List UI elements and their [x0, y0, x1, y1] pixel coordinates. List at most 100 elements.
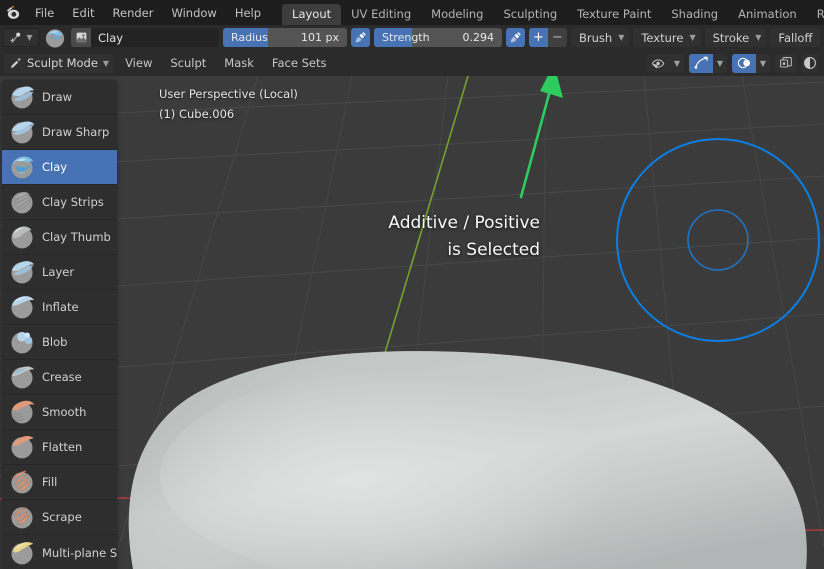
brush-datablock[interactable]: Clay: [71, 28, 219, 47]
chevron-down-icon[interactable]: ▼: [756, 53, 770, 73]
pressure-radius-icon[interactable]: [351, 28, 370, 47]
brush-clay-icon: [11, 156, 34, 179]
brush-fill-icon: [11, 470, 33, 494]
annotation-line-1: Additive / Positive: [388, 213, 540, 233]
viewport-menu-sculpt[interactable]: Sculpt: [163, 54, 213, 73]
brush-clay-thumb-icon: [11, 226, 33, 249]
annotation-line-2: is Selected: [447, 240, 540, 260]
sidebar-item-draw-sharp[interactable]: Draw Sharp: [2, 115, 117, 150]
pressure-strength-icon[interactable]: [506, 28, 525, 47]
viewport-perspective-label: User Perspective (Local): [159, 87, 298, 101]
sidebar-item-multiplane-scrape[interactable]: Multi-plane S...: [2, 535, 117, 569]
chevron-down-icon: ▼: [689, 33, 696, 42]
menu-window[interactable]: Window: [162, 4, 225, 22]
sidebar-item-layer[interactable]: Layer: [2, 255, 117, 290]
texture-popover-label: Texture: [641, 30, 684, 45]
overlays-control-group: ▼: [732, 53, 770, 73]
menu-help[interactable]: Help: [226, 4, 270, 22]
active-tool-icon: [10, 32, 21, 43]
direction-toggle: + −: [529, 28, 567, 47]
sidebar-item-clay-strips[interactable]: Clay Strips: [2, 185, 117, 220]
radius-slider[interactable]: Radius 101 px: [223, 28, 347, 47]
brush-smooth-icon: [11, 400, 35, 424]
workspace-tab-shading[interactable]: Shading: [661, 4, 728, 25]
sidebar-item-flatten[interactable]: Flatten: [2, 430, 117, 465]
brush-clay-strips-icon: [11, 191, 33, 214]
chevron-down-icon: ▼: [755, 33, 762, 42]
workspace-tab-layout[interactable]: Layout: [282, 4, 342, 25]
xray-toggle-icon[interactable]: [775, 53, 797, 73]
tool-settings-bar: ▼ Clay Radius 101 px Strength 0.294 + − …: [0, 25, 824, 50]
workspace-tab-modeling[interactable]: Modeling: [421, 4, 493, 25]
annotation-text: Additive / Positive is Selected: [300, 210, 540, 264]
sidebar-item-label: Crease: [42, 370, 82, 384]
brush-multiplane-scrape-icon: [11, 541, 34, 564]
clay-brush-preview-icon[interactable]: [43, 26, 67, 49]
viewport-info-text: User Perspective (Local) (1) Cube.006: [159, 84, 298, 124]
sidebar-item-label: Multi-plane S...: [42, 545, 117, 560]
strength-value: 0.294: [462, 31, 495, 44]
chevron-down-icon: ▼: [26, 33, 33, 42]
brush-scrape-icon: [11, 506, 33, 529]
3d-viewport[interactable]: User Perspective (Local) (1) Cube.006 Ad…: [0, 76, 824, 569]
sidebar-item-label: Flatten: [42, 440, 83, 454]
chevron-down-icon[interactable]: ▼: [670, 53, 684, 73]
stroke-popover-label: Stroke: [712, 30, 750, 45]
blender-logo-icon[interactable]: [0, 0, 26, 25]
brush-datablock-icon: [71, 28, 91, 47]
sculpt-mode-icon: [10, 57, 21, 68]
brush-popover-label: Brush: [579, 30, 613, 45]
workspace-tab-uv-editing[interactable]: UV Editing: [341, 4, 421, 25]
overlays-icon[interactable]: [732, 53, 756, 73]
sidebar-item-clay[interactable]: Clay: [2, 150, 117, 185]
falloff-popover[interactable]: Falloff: [770, 28, 821, 47]
strength-label: Strength: [382, 31, 430, 44]
radius-label: Radius: [231, 31, 268, 44]
visibility-selectability-icon[interactable]: [646, 53, 670, 73]
stroke-popover[interactable]: Stroke ▼: [704, 28, 767, 47]
brush-blob-icon: [11, 331, 33, 354]
viewport-menu-face-sets[interactable]: Face Sets: [265, 54, 334, 73]
sidebar-item-clay-thumb[interactable]: Clay Thumb: [2, 220, 117, 255]
active-tool-selector[interactable]: ▼: [3, 28, 39, 47]
workspace-tab-sculpting[interactable]: Sculpting: [493, 4, 567, 25]
workspace-tab-texture-paint[interactable]: Texture Paint: [567, 4, 661, 25]
sidebar-item-blob[interactable]: Blob: [2, 325, 117, 360]
sidebar-item-label: Inflate: [42, 300, 79, 314]
gizmo-control-group: ▼: [689, 53, 727, 73]
top-menu-bar: File Edit Render Window Help Layout UV E…: [0, 0, 824, 25]
menu-file[interactable]: File: [26, 4, 63, 22]
sidebar-item-label: Clay Strips: [42, 195, 104, 209]
chevron-down-icon[interactable]: ▼: [713, 53, 727, 73]
sculpt-toolbar: Draw Draw Sharp Clay Clay Strips Clay Th…: [2, 80, 117, 569]
sidebar-item-scrape[interactable]: Scrape: [2, 500, 117, 535]
sidebar-item-smooth[interactable]: Smooth: [2, 395, 117, 430]
viewport-object-label: (1) Cube.006: [159, 107, 235, 121]
menu-edit[interactable]: Edit: [63, 4, 103, 22]
sidebar-item-draw[interactable]: Draw: [2, 80, 117, 115]
sidebar-item-crease[interactable]: Crease: [2, 360, 117, 395]
direction-subtract-button[interactable]: −: [548, 28, 567, 47]
mode-selector[interactable]: Sculpt Mode ▼: [4, 53, 115, 73]
brush-flatten-icon: [11, 435, 34, 459]
texture-popover[interactable]: Texture ▼: [633, 28, 701, 47]
shading-solid-icon[interactable]: [802, 53, 818, 73]
gizmo-icon[interactable]: [689, 53, 713, 73]
workspace-tab-rendering[interactable]: Rendering: [807, 4, 824, 25]
brush-popover[interactable]: Brush ▼: [571, 28, 630, 47]
strength-slider[interactable]: Strength 0.294: [374, 28, 502, 47]
brush-inflate-icon: [11, 296, 35, 319]
menu-render[interactable]: Render: [104, 4, 163, 22]
sidebar-item-inflate[interactable]: Inflate: [2, 290, 117, 325]
viewport-menu-view[interactable]: View: [118, 54, 159, 73]
workspace-tab-animation[interactable]: Animation: [728, 4, 807, 25]
viewport-menu-mask[interactable]: Mask: [217, 54, 261, 73]
sidebar-item-label: Draw Sharp: [42, 125, 110, 139]
sidebar-item-label: Draw: [42, 90, 73, 104]
brush-layer-icon: [11, 261, 35, 284]
direction-add-button[interactable]: +: [529, 28, 548, 47]
brush-draw-icon: [11, 86, 35, 109]
sidebar-item-fill[interactable]: Fill: [2, 465, 117, 500]
visibility-control-group: ▼: [646, 53, 684, 73]
sidebar-item-label: Clay: [42, 160, 68, 174]
